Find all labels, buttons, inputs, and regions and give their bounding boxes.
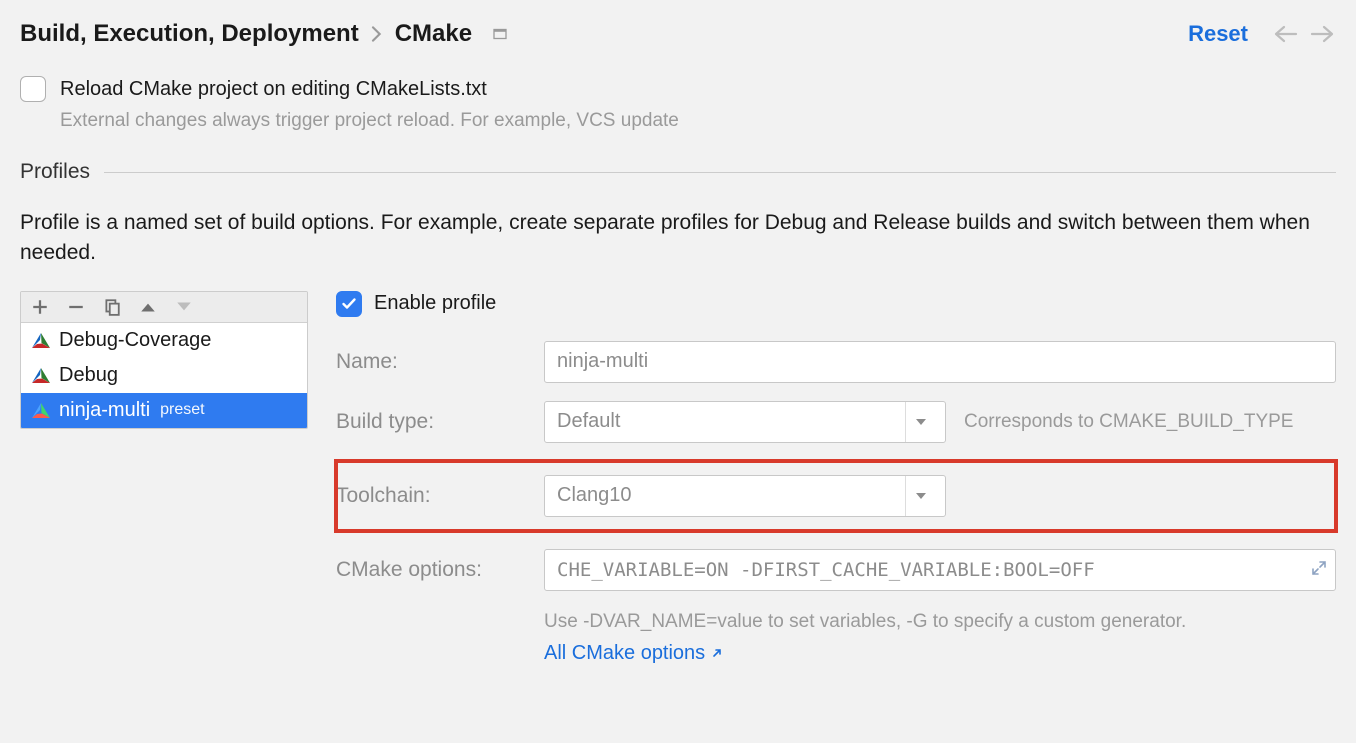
- toolchain-label: Toolchain:: [336, 484, 526, 508]
- build-type-value: Default: [557, 410, 620, 433]
- cmake-options-label: CMake options:: [336, 558, 526, 582]
- enable-profile-checkbox[interactable]: [336, 291, 362, 317]
- profile-item[interactable]: Debug: [21, 358, 307, 393]
- cmake-icon: [31, 402, 51, 418]
- cmake-icon: [31, 332, 51, 348]
- profile-item-label: ninja-multi: [59, 399, 150, 422]
- breadcrumb-current: CMake: [395, 20, 472, 48]
- profile-item-selected[interactable]: ninja-multi preset: [21, 393, 307, 428]
- profiles-section-title: Profiles: [20, 160, 90, 184]
- breadcrumb-parent[interactable]: Build, Execution, Deployment: [20, 20, 359, 48]
- chevron-right-icon: [371, 26, 383, 42]
- build-type-select[interactable]: Default: [544, 401, 946, 443]
- reset-button[interactable]: Reset: [1188, 21, 1248, 47]
- profile-item[interactable]: Debug-Coverage: [21, 323, 307, 358]
- reload-hint: External changes always trigger project …: [60, 110, 1336, 132]
- toolchain-select[interactable]: Clang10: [544, 475, 946, 517]
- forward-arrow-icon[interactable]: [1310, 24, 1336, 44]
- cmake-options-input[interactable]: CHE_VARIABLE=ON -DFIRST_CACHE_VARIABLE:B…: [544, 549, 1336, 591]
- options-hint: Use -DVAR_NAME=value to set variables, -…: [544, 609, 1336, 636]
- profile-item-label: Debug: [59, 364, 118, 387]
- cmake-options-value: CHE_VARIABLE=ON -DFIRST_CACHE_VARIABLE:B…: [557, 559, 1095, 581]
- name-input[interactable]: [544, 341, 1336, 383]
- divider: [104, 172, 1336, 173]
- external-link-icon: [711, 647, 723, 659]
- remove-profile-button[interactable]: [67, 298, 85, 316]
- window-icon: [492, 26, 508, 42]
- toolchain-value: Clang10: [557, 484, 632, 507]
- profile-preset-tag: preset: [160, 401, 204, 419]
- name-label: Name:: [336, 350, 526, 374]
- enable-profile-label: Enable profile: [374, 292, 496, 315]
- profile-form: Enable profile Name: Build type: Default…: [336, 291, 1336, 668]
- reload-checkbox[interactable]: [20, 76, 46, 102]
- add-profile-button[interactable]: [31, 298, 49, 316]
- options-link-text: All CMake options: [544, 639, 705, 667]
- back-arrow-icon[interactable]: [1272, 24, 1298, 44]
- profile-item-label: Debug-Coverage: [59, 329, 211, 352]
- all-cmake-options-link[interactable]: All CMake options: [544, 639, 723, 667]
- breadcrumb: Build, Execution, Deployment CMake: [20, 20, 508, 48]
- build-type-label: Build type:: [336, 410, 526, 434]
- profiles-description: Profile is a named set of build options.…: [20, 208, 1336, 269]
- chevron-down-icon: [905, 402, 935, 442]
- profile-list: Debug-Coverage Debug ninja-multi preset: [20, 291, 308, 429]
- build-type-note: Corresponds to CMAKE_BUILD_TYPE: [964, 411, 1293, 433]
- expand-icon[interactable]: [1311, 559, 1327, 581]
- copy-profile-button[interactable]: [103, 298, 121, 316]
- move-up-button[interactable]: [139, 300, 157, 314]
- profile-toolbar: [21, 292, 307, 323]
- reload-checkbox-label: Reload CMake project on editing CMakeLis…: [60, 78, 487, 101]
- move-down-button[interactable]: [175, 300, 193, 314]
- cmake-icon: [31, 367, 51, 383]
- chevron-down-icon: [905, 476, 935, 516]
